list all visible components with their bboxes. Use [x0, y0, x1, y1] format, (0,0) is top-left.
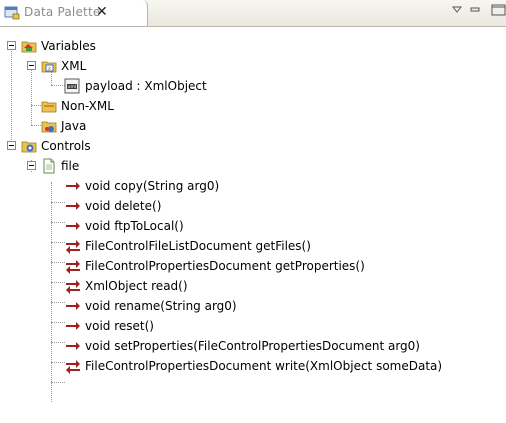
tree-node-label: Java: [61, 119, 87, 133]
arrow-two-way-icon: [66, 280, 80, 294]
arrow-two-way-icon: [66, 260, 80, 274]
tree-connector: [51, 322, 65, 323]
tree-connector: [51, 342, 65, 343]
tree-node-label: Variables: [41, 39, 96, 53]
maximize-icon[interactable]: [491, 4, 506, 16]
tree-connector: [11, 46, 12, 144]
svg-text:x: x: [48, 66, 51, 72]
tree-connector: [51, 382, 65, 383]
tree-connector: [51, 302, 65, 303]
variables-folder-icon: [21, 41, 37, 53]
tree-connector: [51, 262, 65, 263]
collapse-icon[interactable]: [27, 161, 36, 170]
xml-folder-icon: x: [41, 61, 57, 73]
tree-node-label: FileControlPropertiesDocument write(XmlO…: [85, 359, 443, 373]
view-menu-icon[interactable]: [451, 4, 463, 16]
tree-node-label: void ftpToLocal(): [85, 219, 184, 233]
data-palette-tree: Variables x XML xml payload : XmlObject …: [0, 27, 506, 423]
file-icon: [43, 158, 55, 174]
tree-connector: [51, 222, 65, 223]
tree-connector: [51, 242, 65, 243]
tree-connector: [51, 282, 65, 283]
tree-node-label: Controls: [41, 139, 91, 153]
tree-node-label: FileControlFileListDocument getFiles(): [85, 239, 311, 253]
tree-node-label: FileControlPropertiesDocument getPropert…: [85, 259, 365, 273]
tree-node-label: void rename(String arg0): [85, 299, 237, 313]
tree-node-label: XML: [61, 59, 87, 73]
arrow-two-way-icon: [66, 240, 80, 254]
arrow-right-icon: [66, 342, 80, 350]
tree-connector: [31, 66, 32, 125]
tree-connector: [51, 182, 52, 402]
tree-node-label: void reset(): [85, 319, 154, 333]
minimize-icon[interactable]: [470, 5, 480, 15]
arrow-right-icon: [66, 302, 80, 310]
tree-node-label: void delete(): [85, 199, 162, 213]
collapse-icon[interactable]: [27, 61, 36, 70]
tree-node-label: file: [61, 159, 80, 173]
tree-node-label: payload : XmlObject: [85, 79, 207, 93]
view-tab-bar: Data Palette ✕: [0, 0, 506, 27]
java-folder-icon: [41, 121, 57, 133]
xml-document-icon: xml: [64, 78, 80, 94]
tree-node-label: void copy(String arg0): [85, 179, 220, 193]
tree-node-label: Non-XML: [61, 99, 114, 113]
tree-node-label: void setProperties(FileControlProperties…: [85, 339, 420, 353]
tree-node-label: XmlObject read(): [85, 279, 188, 293]
arrow-right-icon: [66, 202, 80, 210]
arrow-two-way-icon: [66, 360, 80, 374]
data-palette-tab[interactable]: Data Palette ✕: [0, 0, 148, 26]
tree-connector: [51, 362, 65, 363]
tab-title: Data Palette: [24, 5, 101, 19]
tree-connector: [51, 85, 65, 86]
non-xml-folder-icon: [41, 101, 57, 113]
arrow-right-icon: [66, 322, 80, 330]
collapse-icon[interactable]: [7, 41, 16, 50]
data-palette-icon: [4, 6, 20, 20]
close-icon[interactable]: ✕: [96, 4, 108, 20]
tree-connector: [51, 202, 65, 203]
svg-text:xml: xml: [68, 84, 76, 90]
arrow-right-icon: [66, 222, 80, 230]
controls-folder-icon: [21, 141, 37, 153]
arrow-right-icon: [66, 182, 80, 190]
collapse-icon[interactable]: [7, 141, 16, 150]
